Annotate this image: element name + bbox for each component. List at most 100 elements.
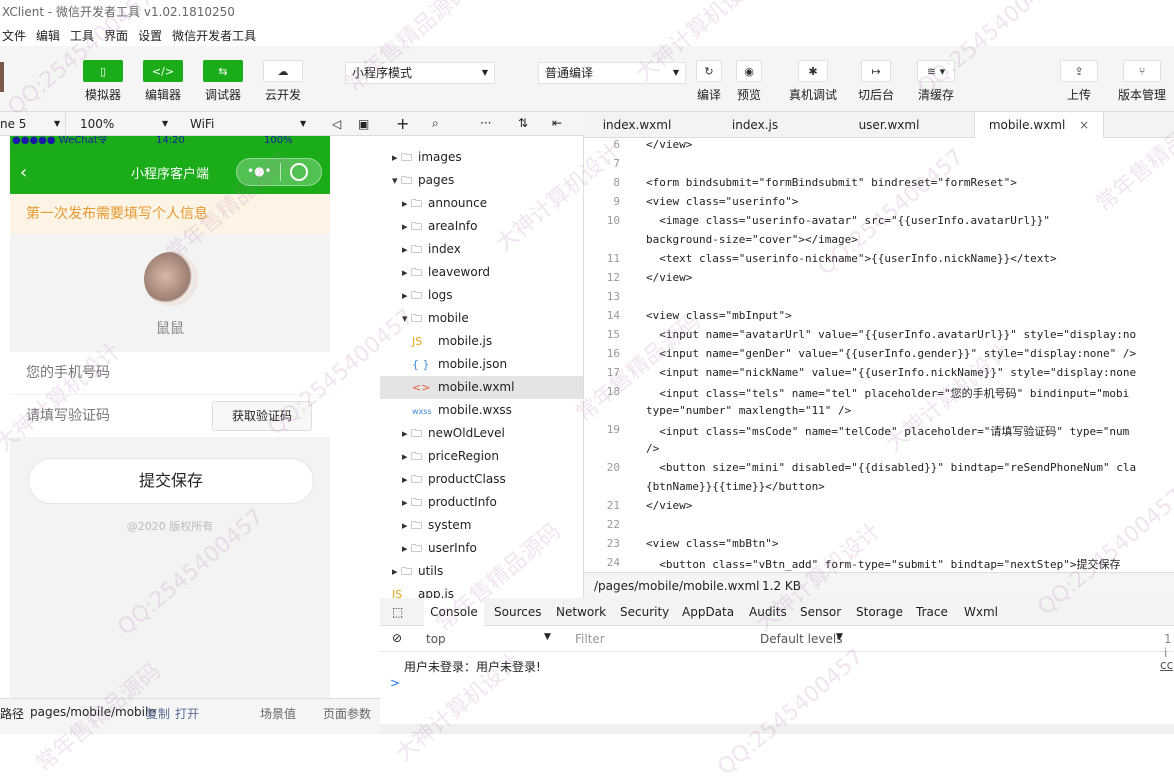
editor-button[interactable]: </> 编辑器 — [143, 60, 183, 103]
menu-devtools[interactable]: 微信开发者工具 — [172, 27, 256, 44]
tab-index-js[interactable]: index.js — [702, 112, 808, 138]
line-number: 9 — [613, 195, 620, 208]
chevron-down-icon: ▼ — [672, 68, 679, 77]
add-icon[interactable]: + — [396, 114, 409, 133]
status-time: 14:20 — [156, 136, 185, 146]
collapse-icon[interactable]: ⇤ — [552, 116, 562, 130]
tab-sensor[interactable]: Sensor — [800, 598, 841, 626]
line-number: 18 — [606, 385, 620, 398]
code-line: </view> — [646, 271, 693, 284]
tree-item-label: mobile.js — [438, 334, 493, 348]
tree-item[interactable]: JS app.js — [380, 583, 583, 598]
tree-item-label: mobile.wxss — [438, 403, 512, 417]
tree-item[interactable]: ▸ 🗀 productInfo — [380, 491, 583, 514]
close-icon[interactable]: × — [1079, 118, 1089, 132]
inspect-icon[interactable]: ⬚ — [392, 598, 403, 626]
upload-button[interactable]: ⇪ 上传 — [1060, 60, 1098, 103]
tab-appdata[interactable]: AppData — [682, 598, 734, 626]
tree-item[interactable]: ▾ 🗀 pages — [380, 169, 583, 192]
tree-item[interactable]: { } mobile.json — [380, 353, 583, 376]
source-link[interactable]: cc — [1160, 658, 1173, 672]
editor-tabs: index.wxml index.js user.wxml mobile.wxm… — [584, 112, 1174, 138]
tab-network[interactable]: Network — [556, 598, 606, 626]
issue-count: 1 i — [1164, 632, 1172, 660]
file-path: /pages/mobile/mobile.wxml — [594, 579, 760, 593]
mode-select[interactable]: 小程序模式 ▼ — [345, 62, 495, 84]
sort-icon[interactable]: ⇅ — [518, 116, 528, 130]
file-toolbar: + ⌕ ··· ⇅ ⇤ — [380, 112, 584, 136]
tab-user-wxml[interactable]: user.wxml — [836, 112, 942, 138]
simulator-button[interactable]: ▯ 模拟器 — [83, 60, 123, 103]
compile-mode-select[interactable]: 普通编译 ▼ — [538, 62, 686, 84]
clear-cache-button[interactable]: ≋ ▾ 清缓存 — [917, 60, 955, 103]
levels-select[interactable]: Default levels — [760, 632, 842, 646]
menu-file[interactable]: 文件 — [2, 27, 26, 44]
tree-item[interactable]: wxss mobile.wxss — [380, 399, 583, 422]
search-icon[interactable]: ⌕ — [432, 116, 439, 131]
remote-debug-button[interactable]: ✱ 真机调试 — [789, 60, 837, 103]
tree-item[interactable]: ▾ 🗀 mobile — [380, 307, 583, 330]
tree-item-label: utils — [418, 564, 444, 578]
context-select[interactable]: top — [426, 632, 446, 646]
tree-item[interactable]: ▸ 🗀 images — [380, 146, 583, 169]
scene-tab[interactable]: 场景值 — [260, 705, 296, 722]
tree-item[interactable]: ▸ 🗀 index — [380, 238, 583, 261]
console-prompt[interactable]: > — [390, 676, 400, 690]
tab-index-wxml[interactable]: index.wxml — [584, 112, 690, 138]
rotate-icon[interactable]: ▣ — [358, 112, 369, 136]
volume-icon[interactable]: ◁ — [332, 112, 341, 136]
tab-trace[interactable]: Trace — [916, 598, 948, 626]
js-file-icon: JS — [412, 335, 423, 348]
code-editor[interactable]: 6 </view> 7 8 <form bindsubmit="formBindsubm… — [584, 138, 1174, 572]
params-tab[interactable]: 页面参数 — [323, 705, 371, 722]
save-button[interactable]: 提交保存 — [28, 458, 314, 504]
tree-item[interactable]: ▸ 🗀 userInfo — [380, 537, 583, 560]
phone-input[interactable]: 您的手机号码 — [10, 352, 330, 394]
background-button[interactable]: ↦ 切后台 — [858, 60, 894, 103]
tree-item[interactable]: ▸ 🗀 leaveword — [380, 261, 583, 284]
tree-item[interactable]: ▸ 🗀 areaInfo — [380, 215, 583, 238]
tab-sources[interactable]: Sources — [494, 598, 541, 626]
tree-item[interactable]: <> mobile.wxml — [380, 376, 583, 399]
open-link[interactable]: 打开 — [175, 705, 199, 722]
menu-tools[interactable]: 工具 — [70, 27, 94, 44]
user-avatar — [144, 252, 198, 306]
tab-wxml[interactable]: Wxml — [964, 598, 998, 626]
tree-item[interactable]: ▸ 🗀 logs — [380, 284, 583, 307]
avatar[interactable] — [0, 62, 4, 92]
menu-view[interactable]: 界面 — [104, 27, 128, 44]
cloud-button[interactable]: ☁ 云开发 — [263, 60, 303, 103]
preview-button[interactable]: ◉ 预览 — [736, 60, 762, 103]
menu-edit[interactable]: 编辑 — [36, 27, 60, 44]
tree-item[interactable]: ▸ 🗀 productClass — [380, 468, 583, 491]
tree-item[interactable]: JS mobile.js — [380, 330, 583, 353]
version-button[interactable]: ⑂ 版本管理 — [1118, 60, 1166, 103]
tab-storage[interactable]: Storage — [856, 598, 903, 626]
tree-item-label: mobile.wxml — [438, 380, 515, 394]
get-code-button[interactable]: 获取验证码 — [212, 401, 312, 431]
tree-item[interactable]: ▸ 🗀 utils — [380, 560, 583, 583]
tab-console[interactable]: Console — [424, 598, 484, 628]
phone-screen: ●●●●● WeChat令 14:20 100% ‹ 小程序客户端 •●• 第一… — [10, 136, 330, 698]
tree-item[interactable]: ▸ 🗀 priceRegion — [380, 445, 583, 468]
more-icon[interactable]: ··· — [480, 116, 491, 130]
compile-button[interactable]: ↻ 编译 — [696, 60, 722, 103]
network-select[interactable]: WiFi — [190, 112, 286, 136]
copy-link[interactable]: 复制 — [146, 705, 170, 722]
code-input[interactable]: 请填写验证码 获取验证码 — [10, 395, 330, 437]
tab-audits[interactable]: Audits — [749, 598, 787, 626]
tree-item[interactable]: ▸ 🗀 newOldLevel — [380, 422, 583, 445]
filter-input[interactable]: Filter — [575, 632, 605, 646]
tab-security[interactable]: Security — [620, 598, 669, 626]
tree-item[interactable]: ▸ 🗀 system — [380, 514, 583, 537]
tab-mobile-wxml[interactable]: mobile.wxml × — [974, 112, 1104, 138]
menu-settings[interactable]: 设置 — [138, 27, 162, 44]
debugger-button[interactable]: ⇆ 调试器 — [203, 60, 243, 103]
branch-icon: ⑂ — [1123, 60, 1161, 82]
tree-item[interactable]: ▸ 🗀 announce — [380, 192, 583, 215]
block-icon[interactable]: ⊘ — [392, 631, 402, 645]
folder-icon: ▾ 🗀 — [392, 174, 413, 187]
more-icon[interactable]: •●• — [247, 164, 272, 178]
window-title: XClient - 微信开发者工具 v1.02.1810250 — [0, 0, 1174, 24]
close-circle-icon[interactable] — [290, 163, 308, 181]
